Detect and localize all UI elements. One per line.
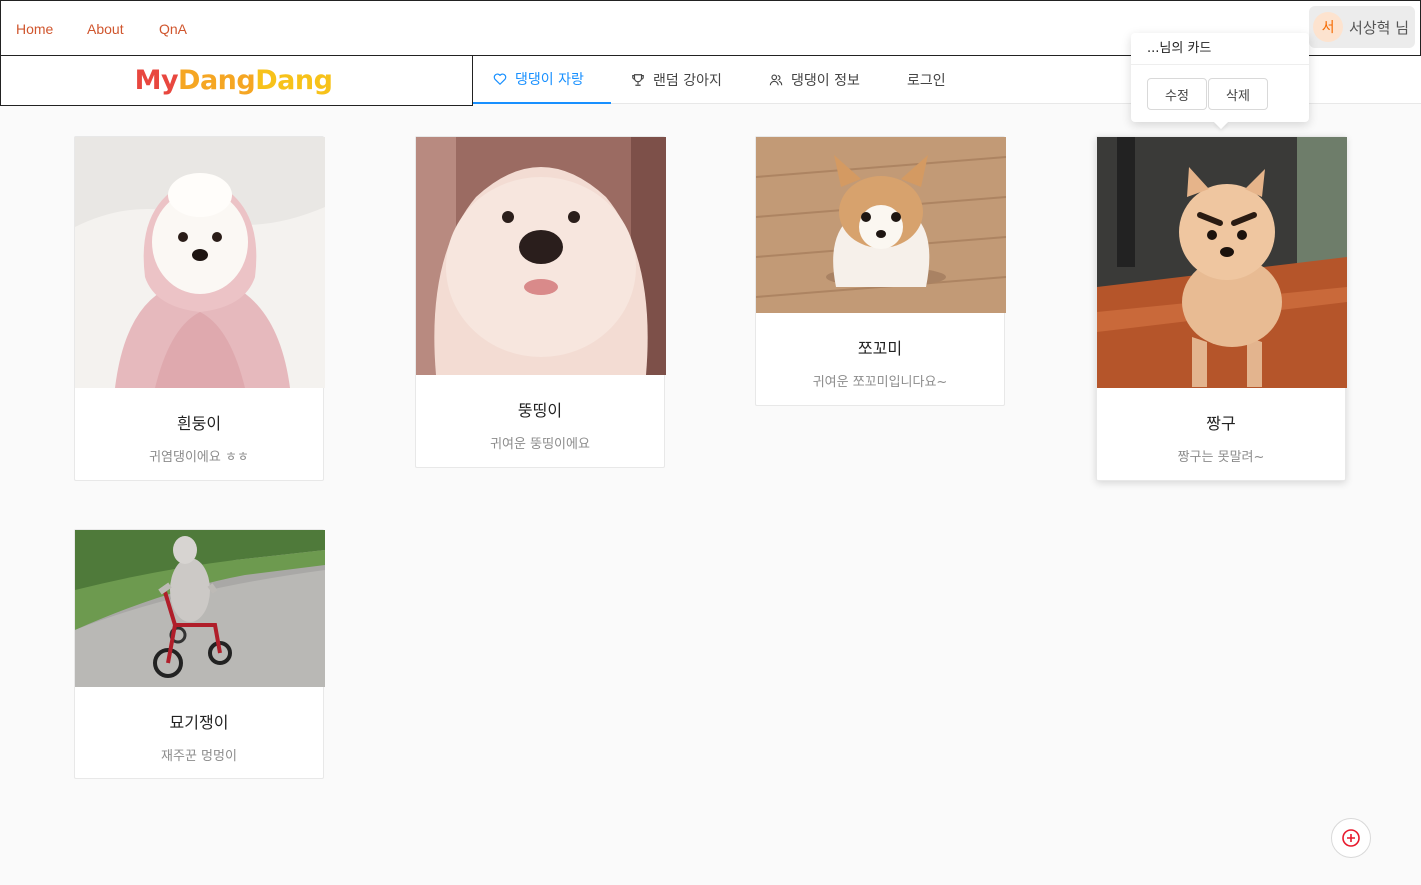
card-description: 귀여운 쪼꼬미입니다요~ — [812, 375, 948, 390]
delete-button[interactable]: 삭제 — [1208, 78, 1268, 110]
card-description: 귀염댕이에요 ㅎㅎ — [149, 450, 249, 465]
card-description: 짱구는 못말려~ — [1177, 450, 1265, 465]
card-options-popover: ...님의 카드 수정 삭제 — [1131, 33, 1309, 130]
menu-item-label: 랜덤 강아지 — [653, 73, 722, 89]
card-description: 귀여운 뚱띵이에요 — [490, 437, 590, 452]
dog-card[interactable]: 묘기쟁이 재주꾼 멍멍이 — [74, 529, 325, 779]
edit-button[interactable]: 수정 — [1147, 78, 1207, 110]
user-menu[interactable]: 서 서상혁 님 — [1309, 6, 1415, 48]
card-title: 뚱띵이 — [517, 401, 563, 420]
people-icon — [769, 74, 783, 86]
plus-circle-icon — [1342, 829, 1360, 847]
nav-link-home[interactable]: Home — [16, 21, 53, 37]
trophy-icon — [632, 74, 644, 86]
heart-icon — [493, 73, 507, 85]
menu-item-dog-show[interactable]: 댕댕이 자랑 — [473, 56, 611, 104]
nav-link-qna[interactable]: QnA — [159, 21, 187, 37]
menu-item-label: 댕댕이 정보 — [791, 73, 860, 89]
dog-photo — [1097, 137, 1347, 388]
card-title: 짱구 — [1206, 414, 1236, 433]
logo-area[interactable]: MyDangDang — [0, 56, 473, 106]
card-title: 묘기쟁이 — [169, 713, 229, 732]
card-title: 흰둥이 — [176, 414, 222, 433]
add-card-button[interactable] — [1331, 818, 1371, 858]
dog-photo — [75, 530, 325, 687]
menu-item-label: 댕댕이 자랑 — [515, 72, 584, 88]
menu-item-login[interactable]: 로그인 — [907, 56, 946, 104]
avatar: 서 — [1313, 12, 1344, 42]
card-title: 쪼꼬미 — [857, 339, 903, 358]
menu-item-label: 로그인 — [907, 73, 946, 89]
popover-title: ...님의 카드 — [1131, 33, 1309, 65]
dog-card[interactable]: 짱구 짱구는 못말려~ — [1096, 136, 1347, 481]
dog-photo — [756, 137, 1006, 313]
popover-arrow — [1213, 114, 1229, 130]
logo: MyDangDang — [134, 65, 333, 96]
dog-photo — [75, 137, 325, 388]
menu-item-random-dog[interactable]: 랜덤 강아지 — [631, 56, 722, 104]
dog-photo — [416, 137, 666, 375]
dog-card[interactable]: 뚱띵이 귀여운 뚱띵이에요 — [415, 136, 666, 468]
menu-item-dog-info[interactable]: 댕댕이 정보 — [769, 56, 860, 104]
dog-card[interactable]: 흰둥이 귀염댕이에요 ㅎㅎ — [74, 136, 325, 481]
dog-card[interactable]: 쪼꼬미 귀여운 쪼꼬미입니다요~ — [755, 136, 1006, 406]
user-name: 서상혁 님 — [1349, 18, 1409, 37]
card-description: 재주꾼 멍멍이 — [161, 749, 237, 764]
nav-link-about[interactable]: About — [87, 21, 124, 37]
